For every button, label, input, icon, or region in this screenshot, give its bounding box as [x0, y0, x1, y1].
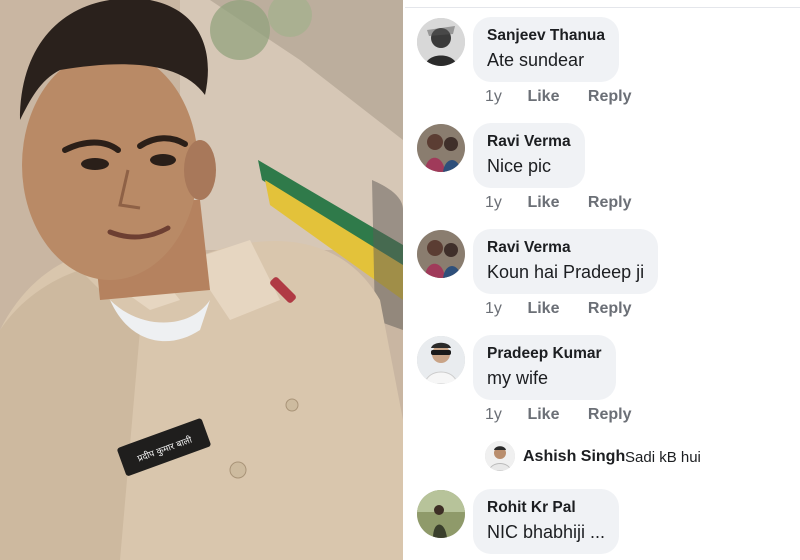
comment-time[interactable]: 1y: [485, 406, 523, 424]
comments-panel: Sanjeev Thanua Ate sundear 1y Like Reply…: [405, 0, 800, 560]
like-button[interactable]: Like: [527, 406, 583, 424]
comment-actions: 1y Like Reply: [485, 300, 631, 318]
comment-actions: 1y Like Reply: [485, 194, 631, 212]
comment-bubble: Pradeep Kumar my wife: [473, 335, 616, 400]
comment-text: Nice pic: [487, 156, 552, 176]
user-avatar[interactable]: [417, 18, 465, 66]
comment-author[interactable]: Sanjeev Thanua: [487, 26, 605, 45]
reply-button[interactable]: Reply: [588, 194, 632, 212]
comment-actions: 1y Like Reply: [485, 406, 631, 424]
comment-bubble: Ravi Verma Koun hai Pradeep ji: [473, 229, 659, 294]
user-avatar[interactable]: [417, 124, 465, 172]
like-button[interactable]: Like: [527, 300, 583, 318]
comment-bubble: Ravi Verma Nice pic: [473, 123, 585, 188]
user-avatar[interactable]: [417, 336, 465, 384]
comment-time[interactable]: 1y: [485, 194, 523, 212]
comment-text: my wife: [487, 368, 549, 388]
comment-text: Koun hai Pradeep ji: [487, 262, 645, 282]
comment-actions: 1y Like Reply: [485, 88, 631, 106]
comment-author[interactable]: Ravi Verma: [487, 238, 644, 257]
comment-author[interactable]: Rohit Kr Pal: [487, 498, 605, 517]
reply-text: Sadi kB hui: [625, 449, 701, 466]
reply-button[interactable]: Reply: [588, 406, 632, 424]
reply-button[interactable]: Reply: [588, 88, 632, 106]
comment-text: Ate sundear: [487, 50, 585, 70]
comment-time[interactable]: 1y: [485, 300, 523, 318]
comment-text: NIC bhabhiji ...: [487, 522, 606, 542]
like-button[interactable]: Like: [527, 88, 583, 106]
comment-author[interactable]: Ravi Verma: [487, 132, 571, 151]
user-avatar[interactable]: [417, 490, 465, 538]
reply-author[interactable]: Ashish Singh: [523, 448, 625, 466]
comment-bubble: Sanjeev Thanua Ate sundear: [473, 17, 620, 82]
comment-author[interactable]: Pradeep Kumar: [487, 344, 602, 363]
comment-bubble: Rohit Kr Pal NIC bhabhiji ...: [473, 489, 620, 554]
selfie-photo[interactable]: प्रदीप कुमार बाली: [0, 0, 403, 560]
top-separator: [405, 7, 800, 8]
user-avatar[interactable]: [417, 230, 465, 278]
reply-button[interactable]: Reply: [588, 300, 632, 318]
user-avatar[interactable]: [485, 441, 515, 471]
comment-time[interactable]: 1y: [485, 88, 523, 106]
like-button[interactable]: Like: [527, 194, 583, 212]
